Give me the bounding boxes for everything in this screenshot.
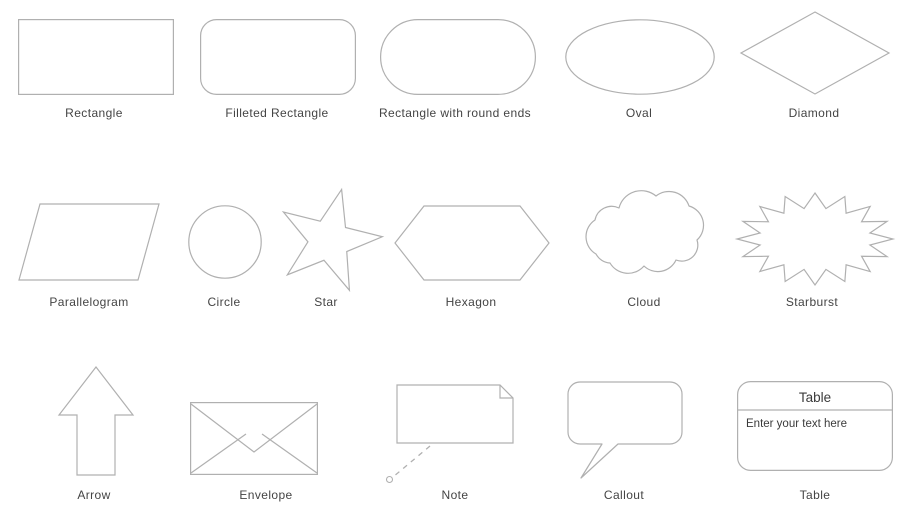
shape-note[interactable] bbox=[385, 380, 525, 484]
starburst-outline bbox=[734, 191, 896, 287]
shape-table[interactable]: Table Enter your text here bbox=[737, 381, 894, 472]
shape-star[interactable] bbox=[276, 186, 385, 293]
label-arrow: Arrow bbox=[77, 488, 111, 502]
shape-parallelogram[interactable] bbox=[18, 203, 160, 281]
shape-hexagon[interactable] bbox=[394, 205, 550, 281]
label-envelope: Envelope bbox=[239, 488, 293, 502]
shape-starburst[interactable] bbox=[734, 191, 896, 287]
label-callout: Callout bbox=[603, 488, 645, 502]
label-rectangle-round-ends: Rectangle with round ends bbox=[378, 106, 532, 120]
label-hexagon: Hexagon bbox=[445, 295, 497, 309]
shape-circle[interactable] bbox=[188, 205, 262, 279]
shape-cloud[interactable] bbox=[566, 190, 722, 284]
label-rectangle: Rectangle bbox=[65, 106, 123, 120]
label-filleted-rectangle: Filleted Rectangle bbox=[225, 106, 329, 120]
table-body-text: Enter your text here bbox=[746, 418, 847, 430]
label-table: Table bbox=[799, 488, 831, 502]
shape-envelope[interactable] bbox=[190, 402, 319, 476]
shape-rectangle-round-ends[interactable] bbox=[380, 19, 537, 96]
hexagon-outline bbox=[394, 205, 550, 281]
rectangle-round-ends-outline bbox=[380, 19, 537, 96]
shape-filleted-rectangle[interactable] bbox=[200, 19, 357, 96]
label-oval: Oval bbox=[625, 106, 653, 120]
table-header-text: Table bbox=[799, 390, 831, 405]
shapes-canvas: Rectangle Filleted Rectangle Rectangle w… bbox=[0, 0, 910, 527]
label-starburst: Starburst bbox=[785, 295, 839, 309]
shape-callout[interactable] bbox=[566, 380, 690, 482]
envelope-body bbox=[190, 402, 319, 476]
label-circle: Circle bbox=[207, 295, 241, 309]
shape-arrow[interactable] bbox=[57, 366, 135, 476]
note-leader-endpoint bbox=[385, 475, 394, 484]
label-cloud: Cloud bbox=[627, 295, 661, 309]
note-leader-line bbox=[392, 445, 431, 478]
label-diamond: Diamond bbox=[788, 106, 840, 120]
shape-rectangle[interactable] bbox=[18, 19, 175, 96]
label-parallelogram: Parallelogram bbox=[49, 295, 129, 309]
arrow-outline bbox=[57, 366, 135, 476]
shape-oval[interactable] bbox=[565, 19, 715, 95]
rectangle-outline bbox=[18, 19, 175, 96]
callout-outline bbox=[567, 381, 683, 479]
parallelogram-outline bbox=[18, 203, 160, 281]
label-note: Note bbox=[441, 488, 469, 502]
cloud-outline bbox=[585, 190, 705, 274]
oval-outline bbox=[565, 19, 715, 95]
shape-diamond[interactable] bbox=[739, 11, 891, 95]
diamond-outline bbox=[739, 11, 891, 95]
label-star: Star bbox=[314, 295, 338, 309]
star-outline bbox=[281, 187, 385, 293]
note-body bbox=[396, 384, 514, 444]
filleted-rectangle-outline bbox=[200, 19, 357, 96]
circle-outline bbox=[188, 205, 262, 279]
